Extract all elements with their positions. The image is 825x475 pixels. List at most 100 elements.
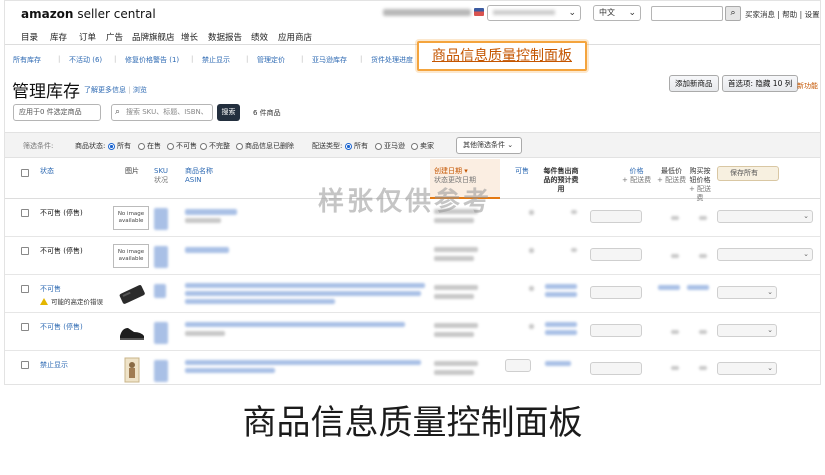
tour-link[interactable]: 浏览 [133, 86, 147, 94]
nav-item-performance[interactable]: 绩效 [251, 31, 268, 43]
inventory-sub-nav: 所有库存 | 不活动 (6) | 修复价格警告 (1) | 禁止显示 | 管理定… [5, 51, 820, 67]
figure-caption: 商品信息质量控制面板 [242, 403, 583, 443]
bulk-action-select[interactable]: 应用于0 件选定商品 [13, 104, 101, 121]
nav-item-catalog[interactable]: 目录 [21, 31, 38, 43]
row-status[interactable]: 不可售 [40, 284, 61, 294]
logo-brand: amazon [21, 7, 74, 21]
col-price[interactable]: 价格 + 配送费 [622, 167, 651, 185]
buybox-price-value [699, 216, 707, 220]
search-button[interactable]: 搜索 [217, 104, 240, 121]
row-checkbox[interactable] [21, 361, 29, 369]
add-product-button[interactable]: 添加新商品 [669, 75, 719, 92]
status-filter-inactive[interactable]: 不可售 [167, 141, 197, 151]
nav-item-orders[interactable]: 订单 [79, 31, 96, 43]
row-action-select[interactable]: ⌄ [717, 324, 777, 337]
buybox-price-value [699, 330, 707, 334]
amazon-seller-central-logo[interactable]: amazon seller central [21, 7, 156, 21]
product-name-text[interactable] [185, 209, 237, 215]
price-input[interactable] [590, 210, 642, 223]
nav-item-inventory[interactable]: 库存 [50, 31, 67, 43]
chevron-down-icon: ⌄ [507, 141, 514, 149]
status-filter-removed[interactable]: 商品信息已删除 [236, 141, 294, 151]
price-input[interactable] [590, 248, 642, 261]
subnav-all-inventory[interactable]: 所有库存 [13, 55, 41, 65]
new-feature-link[interactable]: 新功能 [797, 81, 818, 91]
power-bank-thumbnail[interactable] [117, 281, 147, 307]
learn-more-link[interactable]: 了解更多信息 [84, 86, 126, 94]
sku-text[interactable] [154, 284, 166, 298]
status-filter-all[interactable]: 所有 [108, 141, 131, 151]
date-text [434, 361, 478, 366]
shoe-thumbnail[interactable] [117, 319, 147, 345]
fulfillment-filter-all[interactable]: 所有 [345, 141, 368, 151]
subnav-suppressed[interactable]: 禁止显示 [202, 55, 230, 65]
nav-item-appstore[interactable]: 应用商店 [278, 31, 312, 43]
subnav-price-alerts[interactable]: 修复价格警告 (1) [125, 55, 179, 65]
product-name-text[interactable] [185, 283, 425, 288]
row-status[interactable]: 不可售 (停售) [40, 322, 83, 332]
nav-item-growth[interactable]: 增长 [181, 31, 198, 43]
subnav-shipments[interactable]: 货件处理进度 [371, 55, 413, 65]
top-links[interactable]: 买家消息 | 帮助 | 设置 [745, 9, 820, 20]
price-input[interactable] [590, 362, 642, 375]
language-select[interactable]: 中文 ⌄ [593, 5, 641, 21]
sku-text[interactable] [154, 208, 168, 230]
lowest-price-value [671, 366, 679, 370]
row-checkbox[interactable] [21, 209, 29, 217]
row-checkbox[interactable] [21, 323, 29, 331]
row-warning[interactable]: 可能的高定价错误 [40, 296, 103, 306]
select-all-checkbox[interactable] [21, 169, 29, 177]
row-checkbox[interactable] [21, 285, 29, 293]
preferences-button[interactable]: 首选项: 隐藏 10 列 [722, 75, 799, 92]
fee-value [571, 210, 577, 214]
sku-text[interactable] [154, 360, 168, 382]
product-name-text[interactable] [185, 368, 275, 373]
subnav-separator: | [301, 55, 304, 63]
date-text [434, 247, 478, 252]
col-status[interactable]: 状态 [40, 167, 54, 176]
row-status[interactable]: 不可售 (停售) [40, 246, 83, 256]
row-checkbox[interactable] [21, 247, 29, 255]
subnav-separator: | [246, 55, 249, 63]
status-filter-incomplete[interactable]: 不完整 [200, 141, 230, 151]
more-filters-button[interactable]: 其他筛选条件 ⌄ [456, 137, 522, 154]
global-search-input[interactable] [651, 6, 723, 21]
nav-item-brand-store[interactable]: 品牌旗舰店 [132, 31, 175, 43]
figurine-thumbnail[interactable] [117, 357, 147, 383]
row-action-select[interactable]: ⌄ [717, 286, 777, 299]
product-name-text[interactable] [185, 360, 421, 365]
save-all-button[interactable]: 保存所有 [717, 166, 779, 181]
sku-text[interactable] [154, 322, 168, 344]
subnav-manage-pricing[interactable]: 管理定价 [257, 55, 285, 65]
row-action-select[interactable]: ⌄ [717, 210, 813, 223]
quantity-input[interactable] [505, 359, 531, 372]
product-name-text[interactable] [185, 291, 421, 296]
marketplace-select[interactable]: ⌄ [487, 5, 581, 21]
row-action-select[interactable]: ⌄ [717, 248, 813, 261]
product-name-text[interactable] [185, 299, 335, 304]
subnav-separator: | [114, 55, 117, 63]
inventory-search-input[interactable]: ⌕ 搜索 SKU、标题、ISBN、 [111, 104, 213, 121]
subnav-fba-inventory[interactable]: 亚马逊库存 [312, 55, 347, 65]
status-filter-active[interactable]: 在售 [138, 141, 161, 151]
nav-item-ads[interactable]: 广告 [106, 31, 123, 43]
sku-text[interactable] [154, 246, 168, 268]
row-status[interactable]: 禁止显示 [40, 360, 68, 370]
col-sku[interactable]: SKU 状况 [154, 167, 168, 185]
product-name-text[interactable] [185, 247, 229, 253]
price-input[interactable] [590, 286, 642, 299]
col-available[interactable]: 可售 [515, 167, 529, 176]
search-icon[interactable]: ⌕ [725, 6, 741, 21]
marketplace-value [493, 10, 555, 15]
fulfillment-label: 配送类型: [312, 142, 343, 150]
quality-dashboard-callout[interactable]: 商品信息质量控制面板 [417, 41, 587, 71]
col-product-name[interactable]: 商品名称 ASIN [185, 167, 213, 185]
row-status[interactable]: 不可售 (停售) [40, 208, 83, 218]
price-input[interactable] [590, 324, 642, 337]
subnav-inactive[interactable]: 不活动 (6) [69, 55, 102, 65]
product-name-text[interactable] [185, 322, 405, 327]
nav-item-reports[interactable]: 数据报告 [208, 31, 242, 43]
fulfillment-filter-merchant[interactable]: 卖家 [411, 141, 434, 151]
row-action-select[interactable]: ⌄ [717, 362, 777, 375]
fulfillment-filter-amazon[interactable]: 亚马逊 [375, 141, 405, 151]
